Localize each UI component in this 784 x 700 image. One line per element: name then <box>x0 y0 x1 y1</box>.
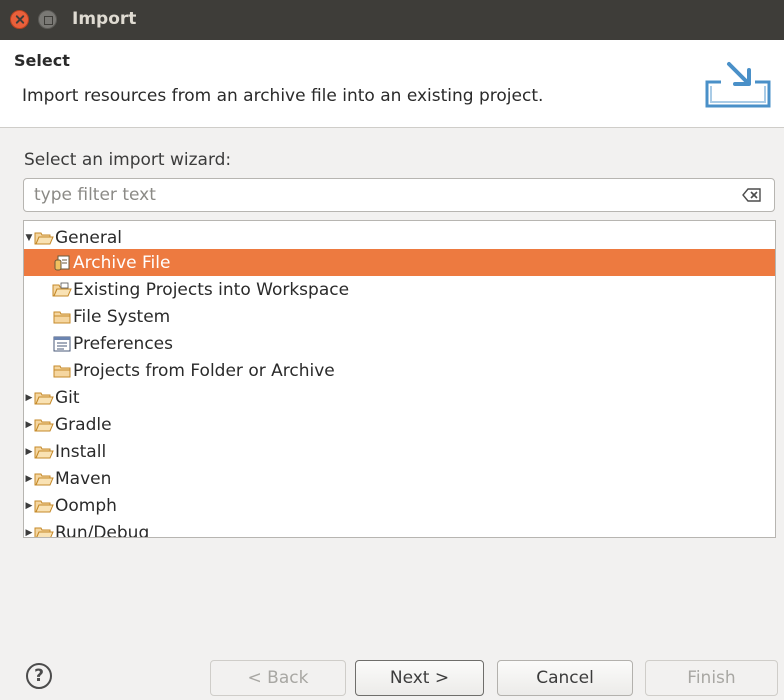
finish-button[interactable]: Finish <box>645 660 778 696</box>
tree-node-file-system[interactable]: File System <box>24 303 775 330</box>
clear-filter-icon[interactable] <box>742 188 762 202</box>
wizard-header: Select Import resources from an archive … <box>0 40 784 128</box>
tree-node-preferences[interactable]: Preferences <box>24 330 775 357</box>
tree-node-projects-from-folder[interactable]: Projects from Folder or Archive <box>24 357 775 384</box>
tree-node-label: Install <box>55 441 107 462</box>
tree-node-gradle[interactable]: ▶ Gradle <box>24 411 775 438</box>
wizard-tree[interactable]: ▼ General Archive File Existing Projects… <box>23 220 776 538</box>
preferences-icon <box>52 335 72 353</box>
tree-node-oomph[interactable]: ▶ Oomph <box>24 492 775 519</box>
page-title: Select <box>14 51 70 70</box>
collapsed-arrow-icon[interactable]: ▶ <box>24 447 34 457</box>
archive-file-icon <box>52 254 72 272</box>
tree-node-archive-file[interactable]: Archive File <box>24 249 775 276</box>
wizard-prompt-label: Select an import wizard: <box>24 150 232 170</box>
collapsed-arrow-icon[interactable]: ▶ <box>24 528 34 538</box>
tree-node-maven[interactable]: ▶ Maven <box>24 465 775 492</box>
projects-folder-icon <box>52 281 72 299</box>
help-icon[interactable]: ? <box>26 663 52 689</box>
tree-node-existing-projects[interactable]: Existing Projects into Workspace <box>24 276 775 303</box>
import-banner-icon <box>705 62 771 108</box>
collapsed-arrow-icon[interactable]: ▶ <box>24 474 34 484</box>
folder-open-icon <box>34 470 54 488</box>
folder-open-icon <box>34 416 54 434</box>
tree-node-label: Run/Debug <box>55 522 150 538</box>
tree-node-label: Existing Projects into Workspace <box>73 279 350 300</box>
tree-node-label: Preferences <box>73 333 173 354</box>
folder-icon <box>52 362 72 380</box>
collapsed-arrow-icon[interactable]: ▶ <box>24 501 34 511</box>
tree-node-run-debug[interactable]: ▶ Run/Debug <box>24 519 775 538</box>
folder-open-icon <box>34 524 54 537</box>
tree-node-install[interactable]: ▶ Install <box>24 438 775 465</box>
tree-node-label: Projects from Folder or Archive <box>73 360 335 381</box>
window-title: Import <box>72 9 137 29</box>
back-button[interactable]: < Back <box>210 660 346 696</box>
tree-node-git[interactable]: ▶ Git <box>24 384 775 411</box>
folder-open-icon <box>34 229 54 247</box>
collapsed-arrow-icon[interactable]: ▶ <box>24 393 34 403</box>
filter-field[interactable] <box>23 178 775 212</box>
tree-node-label: File System <box>73 306 171 327</box>
tree-node-label: General <box>55 227 122 248</box>
page-description: Import resources from an archive file in… <box>22 86 544 106</box>
filter-input[interactable] <box>34 183 714 207</box>
tree-node-label: Oomph <box>55 495 117 516</box>
title-bar: Import <box>0 0 784 40</box>
expanded-arrow-icon[interactable]: ▼ <box>24 233 34 243</box>
tree-node-label: Gradle <box>55 414 112 435</box>
tree-node-label: Git <box>55 387 80 408</box>
folder-icon <box>52 308 72 326</box>
tree-node-label: Archive File <box>73 252 171 273</box>
close-window-icon[interactable] <box>10 10 29 29</box>
collapsed-arrow-icon[interactable]: ▶ <box>24 420 34 430</box>
folder-open-icon <box>34 389 54 407</box>
next-button[interactable]: Next > <box>355 660 484 696</box>
folder-open-icon <box>34 443 54 461</box>
folder-open-icon <box>34 497 54 515</box>
cancel-button[interactable]: Cancel <box>497 660 633 696</box>
tree-node-general[interactable]: ▼ General <box>24 224 775 251</box>
minimize-window-icon[interactable] <box>38 10 57 29</box>
tree-node-label: Maven <box>55 468 112 489</box>
